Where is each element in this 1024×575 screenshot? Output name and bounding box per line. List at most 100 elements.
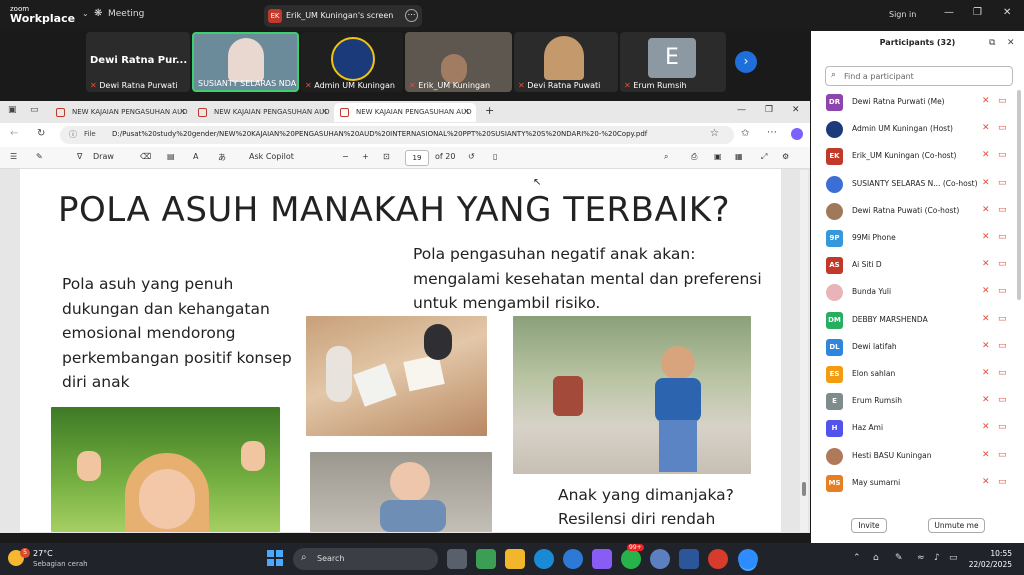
word-icon[interactable] — [679, 549, 699, 569]
globe-app-icon[interactable] — [650, 549, 670, 569]
mic-muted-icon[interactable]: ✕ — [982, 450, 990, 460]
browser-minimize-icon[interactable]: — — [737, 105, 746, 115]
mic-muted-icon[interactable]: ✕ — [982, 150, 990, 160]
mic-muted-icon[interactable]: ✕ — [982, 259, 990, 269]
browser-menu-icon[interactable]: ▣ — [8, 105, 17, 115]
store-icon[interactable] — [476, 549, 496, 569]
video-off-icon[interactable]: ▭ — [998, 477, 1007, 487]
sign-in-link[interactable]: Sign in — [889, 10, 916, 19]
wifi-icon[interactable]: ≈ — [917, 553, 925, 563]
video-off-icon[interactable]: ▭ — [998, 96, 1007, 106]
text-box-icon[interactable]: ▤ — [167, 152, 175, 161]
whatsapp-icon[interactable]: 99+ — [621, 544, 644, 569]
page-number-input[interactable]: 19 — [405, 150, 429, 166]
edge-browser-icon[interactable] — [534, 549, 554, 569]
wps-office-icon[interactable] — [708, 549, 728, 569]
url-text[interactable]: D:/Pusat%20study%20gender/NEW%20KAJAIAN%… — [112, 130, 647, 138]
video-tile[interactable]: ✕ Admin UM Kuningan — [301, 32, 403, 92]
participant-row[interactable]: Admin UM Kuningan (Host) ✕ ▭ — [826, 118, 1014, 140]
video-off-icon[interactable]: ▭ — [998, 368, 1007, 378]
next-page-arrow-icon[interactable]: › — [735, 51, 757, 73]
popout-icon[interactable]: ⧉ — [989, 38, 995, 48]
minimize-icon[interactable]: — — [944, 7, 954, 18]
draw-icon[interactable]: ∇ — [77, 152, 82, 161]
system-tray-icon[interactable]: ⌂ — [873, 553, 879, 563]
video-tile-active-speaker[interactable]: SUSIANTY SELARAS NDARI — [192, 32, 299, 92]
participant-row[interactable]: Hesti BASU Kuningan ✕ ▭ — [826, 445, 1014, 467]
read-aloud-icon[interactable]: A — [193, 152, 198, 161]
video-tile[interactable]: ✕ Erik_UM Kuningan — [405, 32, 512, 92]
video-off-icon[interactable]: ▭ — [998, 232, 1007, 242]
chevron-down-icon[interactable]: ⌄ — [82, 9, 89, 18]
participant-row[interactable]: ES Elon sahlan ✕ ▭ — [826, 363, 1014, 385]
participant-row[interactable]: H Haz Ami ✕ ▭ — [826, 417, 1014, 439]
mic-muted-icon[interactable]: ✕ — [982, 205, 990, 215]
participants-scrollbar[interactable] — [1017, 90, 1021, 300]
mic-muted-icon[interactable]: ✕ — [982, 286, 990, 296]
scrollbar-thumb[interactable] — [802, 482, 806, 496]
more-options-icon[interactable]: ⋯ — [405, 9, 418, 22]
settings-gear-icon[interactable]: ⚙ — [782, 152, 789, 161]
participant-row[interactable]: DR Dewi Ratna Purwati (Me) ✕ ▭ — [826, 91, 1014, 113]
zoom-app-icon[interactable] — [738, 549, 758, 569]
participant-row[interactable]: EK Erik_UM Kuningan (Co-host) ✕ ▭ — [826, 145, 1014, 167]
save-icon[interactable]: ▣ — [714, 152, 722, 161]
page-view-icon[interactable]: ▯ — [493, 152, 497, 161]
participant-row[interactable]: Dewi Ratna Puwati (Co-host) ✕ ▭ — [826, 200, 1014, 222]
video-off-icon[interactable]: ▭ — [998, 341, 1007, 351]
taskbar-search[interactable]: ⌕ Search — [293, 548, 438, 570]
ask-copilot-button[interactable]: Ask Copilot — [249, 152, 294, 161]
participant-row[interactable]: DL Dewi latifah ✕ ▭ — [826, 336, 1014, 358]
video-off-icon[interactable]: ▭ — [998, 422, 1007, 432]
copilot-icon[interactable] — [791, 128, 803, 140]
mic-muted-icon[interactable]: ✕ — [982, 341, 990, 351]
unmute-me-button[interactable]: Unmute me — [928, 518, 985, 533]
print-icon[interactable]: ⎙ — [691, 152, 697, 162]
contents-icon[interactable]: ☰ — [10, 152, 17, 161]
mic-muted-icon[interactable]: ✕ — [982, 477, 990, 487]
task-view-icon[interactable] — [447, 549, 467, 569]
close-tab-icon[interactable]: ✕ — [463, 107, 470, 116]
highlight-icon[interactable]: ✎ — [36, 152, 43, 161]
participant-row[interactable]: AS Ai Siti D ✕ ▭ — [826, 254, 1014, 276]
pen-icon[interactable]: ✎ — [895, 553, 903, 563]
draw-button[interactable]: Draw — [93, 152, 114, 161]
video-tile[interactable]: Dewi Ratna Pur... ✕ Dewi Ratna Purwati — [86, 32, 190, 92]
battery-icon[interactable]: ▭ — [949, 553, 958, 563]
mic-muted-icon[interactable]: ✕ — [982, 232, 990, 242]
video-off-icon[interactable]: ▭ — [998, 178, 1007, 188]
fullscreen-icon[interactable]: ⤢ — [761, 152, 767, 162]
refresh-icon[interactable]: ↻ — [37, 128, 45, 139]
back-icon[interactable]: ← — [10, 128, 18, 139]
new-tab-icon[interactable]: + — [485, 104, 494, 117]
chat-app-icon[interactable] — [563, 549, 583, 569]
participant-row[interactable]: DM DEBBY MARSHENDA ✕ ▭ — [826, 309, 1014, 331]
translate-icon[interactable]: あ — [218, 152, 226, 163]
show-hidden-icons-icon[interactable]: ⌃ — [853, 553, 861, 563]
mic-muted-icon[interactable]: ✕ — [982, 368, 990, 378]
video-off-icon[interactable]: ▭ — [998, 150, 1007, 160]
mic-muted-icon[interactable]: ✕ — [982, 314, 990, 324]
participant-search-input[interactable]: ⌕ Find a participant — [825, 66, 1013, 86]
search-icon[interactable]: ⌕ — [664, 152, 668, 162]
mic-muted-icon[interactable]: ✕ — [982, 395, 990, 405]
close-tab-icon[interactable]: ✕ — [321, 107, 328, 116]
participant-row[interactable]: Bunda Yuli ✕ ▭ — [826, 281, 1014, 303]
tab-actions-icon[interactable]: ▭ — [30, 105, 39, 115]
eraser-icon[interactable]: ⌫ — [140, 152, 151, 161]
video-tile[interactable]: ✕ Devi Ratna Puwati — [514, 32, 618, 92]
browser-tab-active[interactable]: NEW KAJAIAN PENGASUHAN AUD ✕ — [334, 103, 476, 122]
favorites-icon[interactable]: ✩ — [741, 128, 749, 139]
browser-tab[interactable]: NEW KAJAIAN PENGASUHAN AUD ✕ — [192, 103, 334, 122]
browser-tab[interactable]: NEW KAJAIAN PENGASUHAN AUD ✕ — [50, 103, 192, 122]
fit-page-icon[interactable]: ⊡ — [383, 152, 390, 161]
volume-icon[interactable]: ♪ — [934, 553, 940, 563]
more-menu-icon[interactable]: ⋯ — [767, 127, 777, 138]
video-off-icon[interactable]: ▭ — [998, 205, 1007, 215]
video-off-icon[interactable]: ▭ — [998, 259, 1007, 269]
participant-row[interactable]: SUSIANTY SELARAS N... (Co-host) ✕ ▭ — [826, 173, 1014, 195]
maximize-icon[interactable]: ❐ — [973, 7, 982, 18]
video-off-icon[interactable]: ▭ — [998, 123, 1007, 133]
participant-row[interactable]: 9P 99Mi Phone ✕ ▭ — [826, 227, 1014, 249]
participant-row[interactable]: MS May sumarni ✕ ▭ — [826, 472, 1014, 494]
